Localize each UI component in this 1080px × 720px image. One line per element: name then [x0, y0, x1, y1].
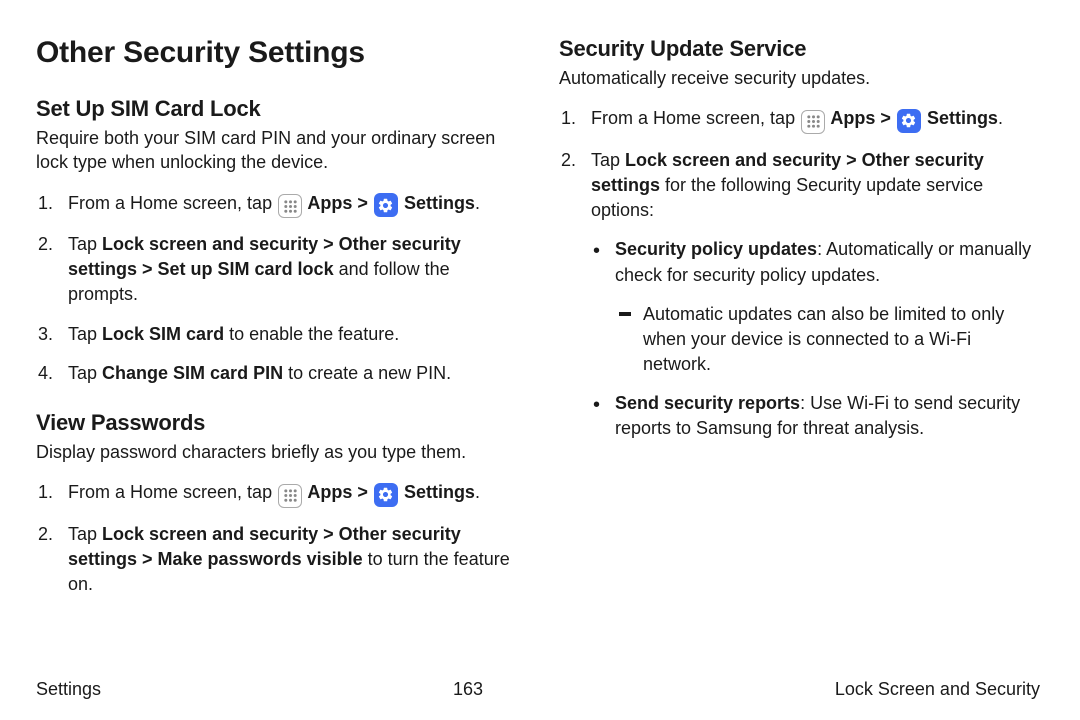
- footer-right: Lock Screen and Security: [835, 679, 1040, 700]
- step-sim-2: Tap Lock screen and security > Other sec…: [36, 232, 517, 308]
- steps-sim: From a Home screen, tap Apps > Settings.…: [36, 191, 517, 386]
- step-sus-1: From a Home screen, tap Apps > Settings.: [559, 106, 1040, 134]
- bold-text: Set up SIM card lock: [158, 259, 334, 279]
- apps-icon: [801, 110, 825, 134]
- dashes-sus: Automatic updates can also be limited to…: [615, 302, 1040, 378]
- intro-sim: Require both your SIM card PIN and your …: [36, 126, 517, 175]
- apps-icon: [278, 194, 302, 218]
- text: Tap: [591, 150, 625, 170]
- intro-security-update: Automatically receive security updates.: [559, 66, 1040, 90]
- text: .: [998, 108, 1003, 128]
- heading-passwords: View Passwords: [36, 410, 517, 436]
- text: From a Home screen, tap: [591, 108, 800, 128]
- page-footer: Settings 163 Lock Screen and Security: [36, 679, 1040, 700]
- page-title: Other Security Settings: [36, 36, 517, 70]
- bold-text: Lock screen and security: [102, 234, 318, 254]
- bold-text: Make passwords visible: [158, 549, 363, 569]
- text: to enable the feature.: [224, 324, 399, 344]
- bold-text: Change SIM card PIN: [102, 363, 283, 383]
- bold-text: Send security reports: [615, 393, 800, 413]
- step-sim-3: Tap Lock SIM card to enable the feature.: [36, 322, 517, 347]
- footer-left: Settings: [36, 679, 101, 700]
- section-view-passwords: View Passwords Display password characte…: [36, 410, 517, 597]
- step-pw-1: From a Home screen, tap Apps > Settings.: [36, 480, 517, 508]
- separator: >: [352, 193, 373, 213]
- heading-sim: Set Up SIM Card Lock: [36, 96, 517, 122]
- text: Tap: [68, 363, 102, 383]
- apps-label: Apps: [303, 193, 352, 213]
- bullets-sus: Security policy updates: Automatically o…: [591, 237, 1040, 441]
- separator: >: [137, 259, 158, 279]
- section-security-update: Security Update Service Automatically re…: [559, 36, 1040, 442]
- text: .: [475, 193, 480, 213]
- text: Tap: [68, 324, 102, 344]
- bold-text: Security policy updates: [615, 239, 817, 259]
- apps-label: Apps: [303, 482, 352, 502]
- section-sim-card-lock: Set Up SIM Card Lock Require both your S…: [36, 96, 517, 386]
- separator: >: [841, 150, 862, 170]
- separator: >: [137, 549, 158, 569]
- settings-label: Settings: [399, 193, 475, 213]
- settings-icon: [897, 109, 921, 133]
- bullet-policy-updates: Security policy updates: Automatically o…: [591, 237, 1040, 377]
- separator: >: [318, 524, 339, 544]
- step-sim-4: Tap Change SIM card PIN to create a new …: [36, 361, 517, 386]
- text: to create a new PIN.: [283, 363, 451, 383]
- text: From a Home screen, tap: [68, 193, 277, 213]
- settings-label: Settings: [399, 482, 475, 502]
- separator: >: [318, 234, 339, 254]
- right-column: Security Update Service Automatically re…: [559, 36, 1040, 621]
- footer-page-number: 163: [453, 679, 483, 700]
- text: .: [475, 482, 480, 502]
- steps-security-update: From a Home screen, tap Apps > Settings.…: [559, 106, 1040, 441]
- bold-text: Lock screen and security: [102, 524, 318, 544]
- dash-wifi-limit: Automatic updates can also be limited to…: [615, 302, 1040, 378]
- bullet-security-reports: Send security reports: Use Wi-Fi to send…: [591, 391, 1040, 441]
- steps-passwords: From a Home screen, tap Apps > Settings.…: [36, 480, 517, 597]
- intro-passwords: Display password characters briefly as y…: [36, 440, 517, 464]
- text: Tap: [68, 234, 102, 254]
- text: Tap: [68, 524, 102, 544]
- apps-icon: [278, 484, 302, 508]
- bold-text: Lock SIM card: [102, 324, 224, 344]
- apps-label: Apps: [826, 108, 875, 128]
- left-column: Other Security Settings Set Up SIM Card …: [36, 36, 517, 621]
- heading-security-update: Security Update Service: [559, 36, 1040, 62]
- bold-text: Lock screen and security: [625, 150, 841, 170]
- step-pw-2: Tap Lock screen and security > Other sec…: [36, 522, 517, 598]
- separator: >: [875, 108, 896, 128]
- text: From a Home screen, tap: [68, 482, 277, 502]
- settings-label: Settings: [922, 108, 998, 128]
- settings-icon: [374, 193, 398, 217]
- settings-icon: [374, 483, 398, 507]
- separator: >: [352, 482, 373, 502]
- step-sim-1: From a Home screen, tap Apps > Settings.: [36, 191, 517, 219]
- step-sus-2: Tap Lock screen and security > Other sec…: [559, 148, 1040, 442]
